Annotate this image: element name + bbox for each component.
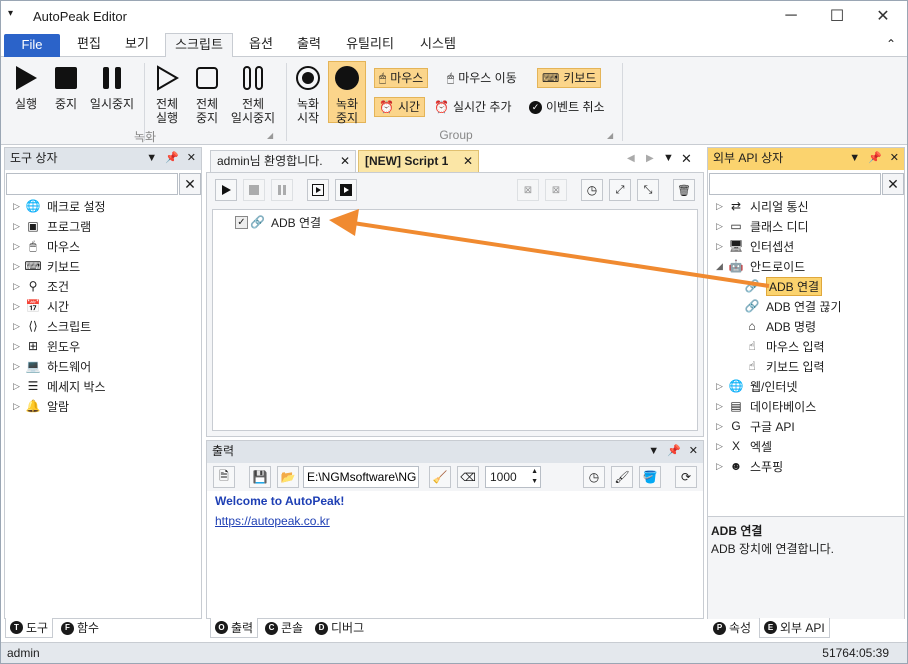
arrow-head (329, 209, 359, 236)
status-bar: admin 51764:05:39 (1, 642, 907, 663)
status-user: admin (7, 646, 40, 660)
status-time: 51764:05:39 (822, 646, 889, 660)
annotation-arrow (329, 209, 770, 288)
app-window: ▾ AutoPeak Editor ─ ☐ ✕ File 편집 보기 스크립트 … (0, 0, 908, 664)
arrow-line (352, 221, 770, 288)
